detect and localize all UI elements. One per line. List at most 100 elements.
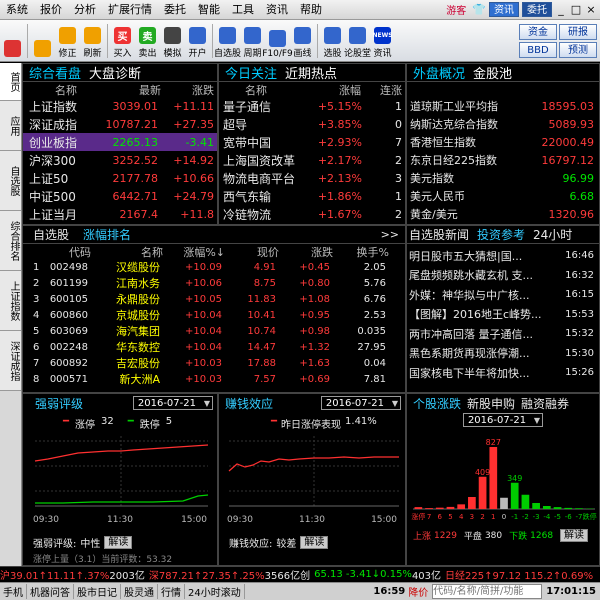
tab-distribution[interactable]: 个股涨跌 [413, 395, 461, 412]
toolbar-back-arrow-button[interactable] [30, 21, 55, 61]
bottom-tab-diary[interactable]: 股市日记 [74, 584, 121, 599]
col-turnover[interactable]: 换手% [333, 244, 389, 260]
sz-index-status[interactable]: 深787.21↑27.35↑.25% [149, 567, 265, 582]
toolbar-watchlist-button[interactable]: 自选股 [214, 21, 241, 61]
cy-index-status[interactable]: 65.13 -3.41↓0.15% [314, 569, 412, 580]
toolbar-screener-button[interactable]: 选股 [320, 21, 345, 61]
bottom-tab-quotes[interactable]: 行情 [158, 584, 185, 599]
table-row[interactable]: 上证指数 3039.01 +11.11 [23, 97, 217, 115]
side-tab-sz-index[interactable]: 深证成指 [0, 331, 21, 391]
col-pct[interactable]: 涨幅%↓ [163, 244, 225, 260]
trade-button[interactable]: 委托 [522, 2, 552, 17]
quick-button[interactable]: BBD [519, 42, 557, 58]
interpret-button[interactable]: 解读 [560, 529, 589, 542]
table-row[interactable]: 8 000571 新大洲A +10.03 7.57 +0.69 7.81 [23, 371, 405, 387]
sh-index-status[interactable]: 沪39.01↑11.11↑.37% [0, 567, 109, 582]
toolbar-up-arrow-button[interactable]: 修正 [55, 21, 80, 61]
col-name[interactable]: 名称 [91, 244, 163, 260]
table-row[interactable]: 超导 +3.85% 0 [219, 115, 405, 133]
bottom-tab-tong[interactable]: 股灵通 [121, 584, 158, 599]
table-row[interactable]: 2 601199 江南水务 +10.06 8.75 +0.80 5.76 [23, 275, 405, 291]
table-row[interactable]: 7 600892 吉宏股份 +10.03 17.88 +1.63 0.04 [23, 355, 405, 371]
tab-ipo[interactable]: 新股申购 [467, 395, 515, 412]
nikkei-status[interactable]: 日经225↑97.12 115.2↑0.69% [445, 567, 593, 582]
table-row[interactable]: 上证当月 2167.4 +11.8 [23, 205, 217, 223]
col-change[interactable]: 涨跌 [161, 82, 217, 98]
date-select[interactable]: 2016-07-21 [132, 396, 213, 410]
tab-diagnosis[interactable]: 大盘诊断 [89, 64, 141, 82]
toolbar-draw-button[interactable]: 画线 [290, 21, 315, 61]
menu-extended[interactable]: 扩展行情 [102, 0, 158, 20]
table-row[interactable]: 5 603069 海汽集团 +10.04 10.74 +0.98 0.035 [23, 323, 405, 339]
guest-label[interactable]: 游客 [446, 2, 466, 17]
table-row[interactable]: 美元指数 96.99 [407, 169, 599, 187]
table-row[interactable]: 西气东输 +1.86% 1 [219, 187, 405, 205]
bottom-tab-24h[interactable]: 24小时滚动 [185, 584, 245, 599]
menu-quote[interactable]: 报价 [34, 0, 68, 20]
shirt-icon[interactable]: 👕 [472, 3, 486, 16]
tab-watchlist-news[interactable]: 自选股新闻 [409, 226, 469, 243]
table-row[interactable]: 美元人民币 6.68 [407, 187, 599, 205]
table-row[interactable]: 物流电商平台 +2.13% 3 [219, 169, 405, 187]
news-item[interactable]: 外媒：神华拟与中广核... 16:15 [407, 285, 599, 305]
quick-button[interactable]: 研报 [559, 24, 597, 40]
toolbar-down-arrow-button[interactable]: 刷新 [80, 21, 105, 61]
news-item[interactable]: 明日股市五大猜想|国... 16:46 [407, 246, 599, 266]
maximize-icon[interactable]: □ [570, 3, 582, 16]
interpret-button[interactable]: 解读 [300, 536, 329, 549]
menu-tools[interactable]: 工具 [226, 0, 260, 20]
col-name[interactable]: 名称 [23, 82, 97, 98]
table-row[interactable]: 东京日经225指数 16797.12 [407, 151, 599, 169]
table-row[interactable]: 6 002248 华东数控 +10.04 14.47 +1.32 27.95 [23, 339, 405, 355]
alert-label[interactable]: 降价 [408, 584, 428, 599]
menu-trade[interactable]: 委托 [158, 0, 192, 20]
tab-gainers[interactable]: 涨幅排名 [83, 226, 131, 243]
col-name[interactable]: 名称 [219, 82, 301, 98]
info-button[interactable]: 资讯 [489, 2, 519, 17]
tab-today-focus[interactable]: 今日关注 [225, 64, 277, 82]
table-row[interactable]: 上证50 2177.78 +10.66 [23, 169, 217, 187]
table-row[interactable]: 纳斯达克综合指数 5089.93 [407, 115, 599, 133]
table-row[interactable]: 上海国资改革 +2.17% 2 [219, 151, 405, 169]
bottom-tab-mobile[interactable]: 手机 [0, 584, 27, 599]
news-item[interactable]: 两市冲高回落 量子通信... 15:32 [407, 324, 599, 344]
news-item[interactable]: 黑色系期货再现涨停潮... 15:30 [407, 344, 599, 364]
expand-arrows-icon[interactable]: >> [381, 228, 399, 241]
toolbar-f10-button[interactable]: F10/F9 [262, 21, 293, 61]
table-row[interactable]: 4 600860 京城股份 +10.04 10.41 +0.95 2.53 [23, 307, 405, 323]
news-item[interactable]: 国家核电下半年将加快... 15:26 [407, 363, 599, 383]
tab-gold-pool[interactable]: 金股池 [473, 64, 512, 82]
toolbar-sell-button[interactable]: 卖卖出 [135, 21, 160, 61]
table-row[interactable]: 创业板指 2265.13 -3.41 [23, 133, 217, 151]
col-price[interactable]: 最新 [97, 82, 161, 98]
tab-watchlist[interactable]: 自选股 [33, 226, 69, 243]
table-row[interactable]: 深证成指 10787.21 +27.35 [23, 115, 217, 133]
menu-info[interactable]: 资讯 [260, 0, 294, 20]
news-item[interactable]: 尾盘频频跳水藏玄机 支... 16:32 [407, 266, 599, 286]
table-row[interactable]: 道琼斯工业平均指 18595.03 [407, 97, 599, 115]
table-row[interactable]: 冷链物流 +1.67% 2 [219, 205, 405, 223]
menu-analysis[interactable]: 分析 [68, 0, 102, 20]
tab-24h[interactable]: 24小时 [533, 226, 572, 243]
quick-button[interactable]: 预测 [559, 42, 597, 58]
col-price[interactable]: 现价 [225, 244, 279, 260]
table-row[interactable]: 黄金/美元 1320.96 [407, 205, 599, 223]
tab-reference[interactable]: 投资参考 [477, 226, 525, 243]
table-row[interactable]: 中证500 6442.71 +24.79 [23, 187, 217, 205]
menu-help[interactable]: 帮助 [294, 0, 328, 20]
menu-smart[interactable]: 智能 [192, 0, 226, 20]
side-tab-home[interactable]: 首页 [0, 63, 21, 101]
quick-button[interactable]: 资金 [519, 24, 557, 40]
toolbar-simulate-button[interactable]: 模拟 [160, 21, 185, 61]
toolbar-buy-button[interactable]: 买买入 [110, 21, 135, 61]
tab-margin[interactable]: 融资融券 [521, 395, 569, 412]
col-code[interactable]: 代码 [23, 244, 91, 260]
date-select[interactable]: 2016-07-21 [320, 396, 401, 410]
side-tab-sh-index[interactable]: 上证指数 [0, 271, 21, 331]
col-pct[interactable]: 涨幅 [301, 82, 361, 98]
tab-global[interactable]: 外盘概况 [413, 64, 465, 82]
minimize-icon[interactable]: _ [555, 3, 567, 16]
toolbar-account-button[interactable]: 开户 [185, 21, 210, 61]
table-row[interactable]: 量子通信 +5.15% 1 [219, 97, 405, 115]
bottom-tab-qa[interactable]: 机器问答 [27, 584, 74, 599]
